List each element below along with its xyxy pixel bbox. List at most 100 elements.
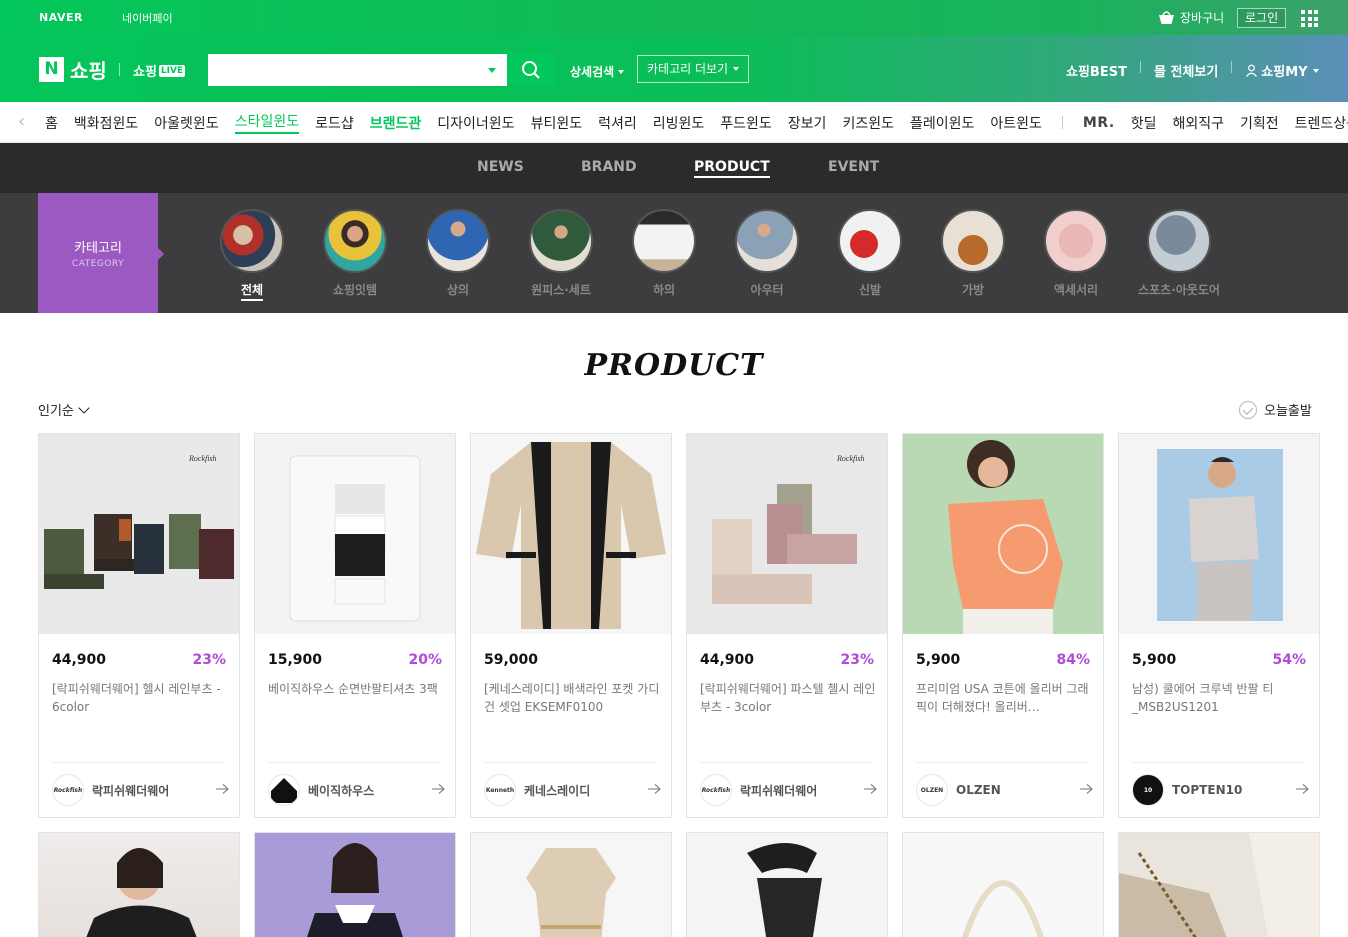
category-shoes[interactable]: 신발 xyxy=(815,209,925,298)
product-card[interactable] xyxy=(686,832,888,937)
nav-item-living[interactable]: 리빙윈도 xyxy=(653,113,705,133)
category-image xyxy=(323,209,387,273)
nav-item-art[interactable]: 아트윈도 xyxy=(990,113,1042,133)
category-accessories[interactable]: 액세서리 xyxy=(1021,209,1131,298)
brand-link[interactable]: Rockfish 락피쉬웨더웨어 xyxy=(52,774,169,806)
brand-link[interactable]: Kenneth 케네스레이디 xyxy=(484,774,590,806)
arrow-right-icon[interactable] xyxy=(1295,783,1309,795)
tab-brand[interactable]: BRAND xyxy=(581,159,637,175)
category-more-button[interactable]: 카테고리 더보기 xyxy=(637,55,750,83)
product-photo: Rockfish xyxy=(39,434,239,634)
nav-item-style-window[interactable]: 스타일윈도 xyxy=(234,111,300,134)
search-button[interactable] xyxy=(507,54,555,86)
nav-item-home[interactable]: 홈 xyxy=(45,113,58,133)
shopping-live-link[interactable]: 쇼핑 LIVE xyxy=(133,61,186,80)
arrow-right-icon[interactable] xyxy=(431,783,445,795)
nav-item-brand[interactable]: 브랜드관 xyxy=(370,113,422,133)
shopping-best-link[interactable]: 쇼핑BEST xyxy=(1066,61,1127,80)
product-discount: 20% xyxy=(408,652,442,668)
chevron-right-icon[interactable]: › xyxy=(1324,113,1331,131)
category-image xyxy=(735,209,799,273)
product-name[interactable]: [락피쉬웨더웨어] 헬시 레인부츠 - 6color xyxy=(52,680,228,716)
product-card[interactable]: Rockfish 44,900 23% [락피쉬웨더웨어] 헬시 레인부츠 - … xyxy=(38,433,240,818)
brand-link[interactable]: 10 TOPTEN10 xyxy=(1132,774,1242,806)
nav-item-food[interactable]: 푸드윈도 xyxy=(720,113,772,133)
product-card[interactable]: 15,900 20% 베이직하우스 순면반팔티셔츠 3팩 베이직하우스 xyxy=(254,433,456,818)
product-card[interactable] xyxy=(902,832,1104,937)
category-shopping-item[interactable]: 쇼핑잇템 xyxy=(300,209,410,298)
shopping-my-link[interactable]: 쇼핑MY xyxy=(1245,61,1319,80)
category-bottoms[interactable]: 하의 xyxy=(609,209,719,298)
cart-icon xyxy=(1159,10,1174,24)
product-name[interactable]: 베이직하우스 순면반팔티셔츠 3팩 xyxy=(268,680,444,716)
search-input[interactable] xyxy=(208,54,468,86)
brand-link[interactable]: Rockfish 락피쉬웨더웨어 xyxy=(700,774,817,806)
category-dress-set[interactable]: 원피스·세트 xyxy=(506,209,616,298)
nav-item-play[interactable]: 플레이윈도 xyxy=(910,113,974,133)
detail-search-button[interactable]: 상세검색 xyxy=(570,63,625,80)
product-card[interactable] xyxy=(1118,832,1320,937)
category-bags[interactable]: 가방 xyxy=(918,209,1028,298)
product-card[interactable] xyxy=(38,832,240,937)
nav-item-grocery[interactable]: 장보기 xyxy=(788,113,827,133)
naver-n-logo[interactable]: N xyxy=(39,57,64,82)
nav-item-designer[interactable]: 디자이너윈도 xyxy=(437,113,514,133)
top-bar: NAVER 네이버페이 장바구니 로그인 xyxy=(0,0,1348,456)
nav-item-roadshop[interactable]: 로드샵 xyxy=(315,113,354,133)
product-price: 44,900 xyxy=(52,652,107,668)
category-tops[interactable]: 상의 xyxy=(403,209,513,298)
category-image xyxy=(1147,209,1211,273)
category-all[interactable]: 전체 xyxy=(197,209,307,301)
chevron-left-icon[interactable]: ‹ xyxy=(18,113,25,131)
main-header: N 쇼핑 쇼핑 LIVE 상세검색 카테고리 더보기 쇼핑BEST 몰 전체보기… xyxy=(0,35,1348,102)
category-outer[interactable]: 아우터 xyxy=(712,209,822,298)
nav-item-mr[interactable]: MR. xyxy=(1083,115,1115,131)
arrow-right-icon[interactable] xyxy=(215,783,229,795)
naver-logo[interactable]: NAVER xyxy=(39,11,83,24)
nav-item-overseas[interactable]: 해외직구 xyxy=(1172,113,1224,133)
arrow-right-icon[interactable] xyxy=(647,783,661,795)
nav-item-outlet[interactable]: 아울렛윈도 xyxy=(154,113,218,133)
product-name[interactable]: 프리미엄 USA 코튼에 올리버 그래픽이 더해졌다! 올리버… xyxy=(916,680,1092,716)
user-icon xyxy=(1246,64,1258,77)
all-malls-link[interactable]: 몰 전체보기 xyxy=(1154,61,1218,80)
product-card[interactable] xyxy=(470,832,672,937)
brand-link[interactable]: OLZEN OLZEN xyxy=(916,774,1001,806)
shopping-my-label: 쇼핑MY xyxy=(1261,65,1308,80)
today-shipping-filter[interactable]: 오늘출발 xyxy=(1239,400,1312,419)
arrow-right-icon[interactable] xyxy=(863,783,877,795)
shopping-title[interactable]: 쇼핑 xyxy=(70,55,107,84)
category-label-text: 상의 xyxy=(446,283,470,297)
login-button[interactable]: 로그인 xyxy=(1237,8,1287,28)
product-card[interactable]: 59,000 [케네스레이디] 배색라인 포켓 가디건 셋업 EKSEMF010… xyxy=(470,433,672,818)
product-name[interactable]: [락피쉬웨더웨어] 파스텔 첼시 레인부츠 - 3color xyxy=(700,680,876,716)
category-nav-items: 홈 백화점윈도 아울렛윈도 스타일윈도 로드샵 브랜드관 디자이너윈도 뷰티윈도… xyxy=(45,102,1348,143)
service-menu-icon[interactable] xyxy=(1301,10,1318,27)
naver-pay-link[interactable]: 네이버페이 xyxy=(105,10,173,456)
product-card[interactable] xyxy=(254,832,456,937)
tab-news[interactable]: NEWS xyxy=(477,159,524,175)
sort-dropdown[interactable]: 인기순 xyxy=(38,400,90,419)
tab-product[interactable]: PRODUCT xyxy=(694,159,770,178)
nav-item-trend[interactable]: 트렌드상품 xyxy=(1295,113,1348,133)
nav-item-luxury[interactable]: 럭셔리 xyxy=(598,113,637,133)
product-name[interactable]: 남성) 쿨에어 크루넥 반팔 티 _MSB2US1201 xyxy=(1132,680,1308,716)
nav-item-beauty[interactable]: 뷰티윈도 xyxy=(531,113,583,133)
tab-event[interactable]: EVENT xyxy=(828,159,879,175)
product-price: 59,000 xyxy=(484,652,539,668)
nav-item-hotdeal[interactable]: 핫딜 xyxy=(1131,113,1157,133)
product-card[interactable]: 5,900 54% 남성) 쿨에어 크루넥 반팔 티 _MSB2US1201 1… xyxy=(1118,433,1320,818)
arrow-right-icon[interactable] xyxy=(1079,783,1093,795)
product-card[interactable]: 5,900 84% 프리미엄 USA 코튼에 올리버 그래픽이 더해졌다! 올리… xyxy=(902,433,1104,818)
category-sports-outdoor[interactable]: 스포츠·아웃도어 xyxy=(1124,209,1234,298)
product-card[interactable]: Rockfish 44,900 23% [락피쉬웨더웨어] 파스텔 첼시 레인부… xyxy=(686,433,888,818)
brand-link[interactable]: 베이직하우스 xyxy=(268,774,374,806)
nav-item-kids[interactable]: 키즈윈도 xyxy=(842,113,894,133)
product-name[interactable]: [케네스레이디] 배색라인 포켓 가디건 셋업 EKSEMF0100 xyxy=(484,680,660,716)
product-discount: 54% xyxy=(1272,652,1306,668)
nav-item-department[interactable]: 백화점윈도 xyxy=(74,113,138,133)
nav-item-exhibition[interactable]: 기획전 xyxy=(1240,113,1279,133)
search-dropdown-icon[interactable] xyxy=(488,68,496,73)
brand-name: 락피쉬웨더웨어 xyxy=(740,783,818,798)
cart-link[interactable]: 장바구니 xyxy=(1158,9,1224,26)
